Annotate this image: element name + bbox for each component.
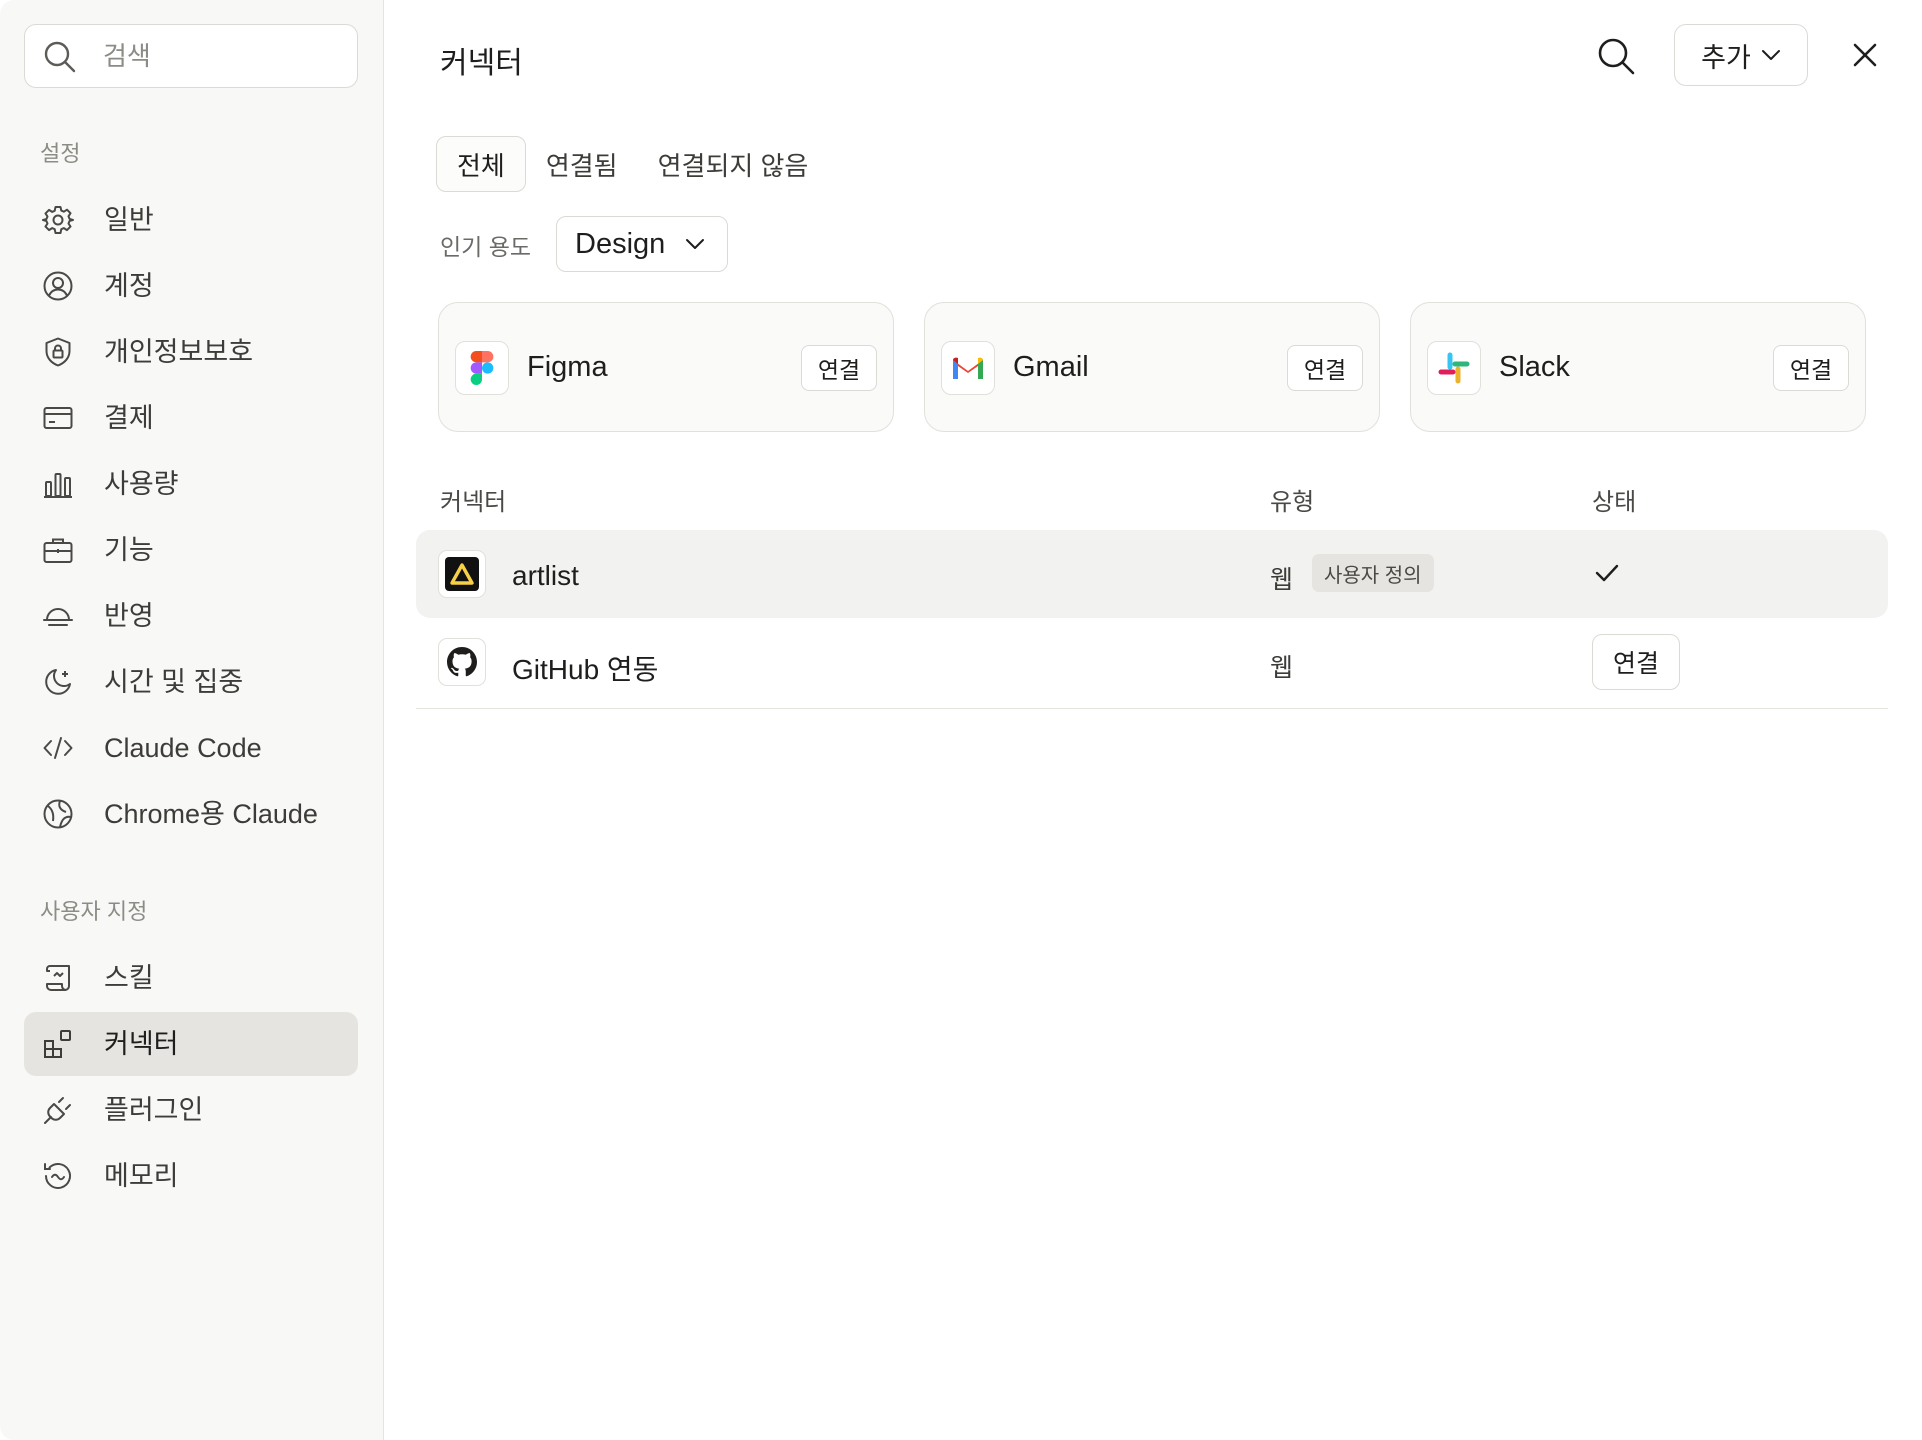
search-input[interactable] — [103, 35, 343, 77]
scroll-icon — [42, 962, 74, 994]
connector-name: artlist — [512, 560, 579, 591]
column-header-status: 상태 — [1592, 489, 1637, 516]
sidebar-item-account[interactable]: 계정 — [24, 254, 358, 318]
sidebar-item-connectors[interactable]: 커넥터 — [24, 1012, 358, 1076]
sidebar-item-label: 커넥터 — [104, 1029, 179, 1059]
sidebar-item-label: 기능 — [104, 535, 154, 565]
filter-tabs: 전체 연결됨 연결되지 않음 — [436, 136, 828, 192]
check-icon — [1594, 562, 1620, 584]
settings-window: 설정 일반 계정 — [0, 0, 1922, 1440]
memory-history-icon — [42, 1160, 74, 1192]
plug-icon — [42, 1094, 74, 1126]
card-name: Gmail — [1013, 351, 1089, 383]
sidebar-item-time-focus[interactable]: 시간 및 집중 — [24, 650, 358, 714]
sidebar-item-usage[interactable]: 사용량 — [24, 452, 358, 516]
column-header-type: 유형 — [1270, 489, 1315, 516]
briefcase-icon — [42, 534, 74, 566]
sidebar-item-label: 메모리 — [104, 1161, 179, 1191]
tab-not-connected[interactable]: 연결되지 않음 — [638, 136, 829, 192]
sidebar-item-label: 일반 — [104, 205, 154, 235]
gear-icon — [42, 204, 74, 236]
featured-card-slack[interactable]: Slack 연결 — [1410, 302, 1866, 432]
sidebar-item-features[interactable]: 기능 — [24, 518, 358, 582]
sidebar-item-label: 반영 — [104, 601, 154, 631]
sidebar-item-privacy[interactable]: 개인정보보호 — [24, 320, 358, 384]
custom-badge: 사용자 정의 — [1312, 554, 1434, 592]
credit-card-icon — [42, 402, 74, 434]
sidebar-item-claude-code[interactable]: Claude Code — [24, 716, 358, 780]
page-title: 커넥터 — [440, 47, 523, 80]
chevron-down-icon — [1761, 48, 1781, 62]
featured-card-gmail[interactable]: Gmail 연결 — [924, 302, 1380, 432]
connect-button[interactable]: 연결 — [801, 345, 877, 391]
section-label-custom: 사용자 지정 — [40, 899, 148, 924]
user-circle-icon — [42, 270, 74, 302]
moon-star-icon — [42, 666, 74, 698]
section-label-settings: 설정 — [40, 141, 81, 166]
sidebar-item-label: 플러그인 — [104, 1095, 204, 1125]
code-icon — [42, 732, 74, 764]
close-icon[interactable] — [1848, 38, 1882, 72]
table-row[interactable]: GitHub 연동 웹 연결 — [416, 618, 1888, 706]
sidebar-item-label: Chrome용 Claude — [104, 799, 318, 829]
tab-all[interactable]: 전체 — [436, 136, 526, 192]
artlist-logo-icon — [438, 550, 486, 598]
search-icon[interactable] — [1594, 34, 1638, 78]
sidebar-item-claude-chrome[interactable]: Chrome용 Claude — [24, 782, 358, 846]
popular-uses-value: Design — [575, 227, 666, 260]
sidebar-item-label: 결제 — [104, 403, 154, 433]
connector-blocks-icon — [42, 1028, 74, 1060]
card-name: Figma — [527, 351, 608, 383]
sidebar-search[interactable] — [24, 24, 358, 88]
card-name: Slack — [1499, 351, 1570, 383]
add-button[interactable]: 추가 — [1674, 24, 1808, 86]
sidebar-item-plugins[interactable]: 플러그인 — [24, 1078, 358, 1142]
connector-type: 웹 — [1270, 654, 1294, 682]
add-button-label: 추가 — [1701, 42, 1751, 73]
bar-chart-icon — [42, 468, 74, 500]
search-icon — [43, 40, 77, 74]
chevron-down-icon — [685, 237, 705, 251]
sidebar-item-billing[interactable]: 결제 — [24, 386, 358, 450]
figma-logo-icon — [455, 341, 509, 395]
sidebar-item-general[interactable]: 일반 — [24, 188, 358, 252]
shield-lock-icon — [42, 336, 74, 368]
featured-card-figma[interactable]: Figma 연결 — [438, 302, 894, 432]
column-header-connector: 커넥터 — [440, 489, 507, 516]
popular-uses-select[interactable]: Design — [556, 216, 728, 272]
sidebar-item-skills[interactable]: 스킬 — [24, 946, 358, 1010]
gmail-logo-icon — [941, 341, 995, 395]
sidebar-item-label: 스킬 — [104, 963, 154, 993]
globe-icon — [42, 798, 74, 830]
sidebar-item-label: Claude Code — [104, 733, 262, 763]
sidebar: 설정 일반 계정 — [0, 0, 384, 1440]
sidebar-item-label: 계정 — [104, 271, 154, 301]
main-panel: 커넥터 추가 전체 연결됨 연결되지 않음 인기 용도 Design Figma… — [384, 0, 1922, 1440]
sidebar-item-reflection[interactable]: 반영 — [24, 584, 358, 648]
table-row[interactable]: artlist 웹 사용자 정의 — [416, 530, 1888, 618]
slack-logo-icon — [1427, 341, 1481, 395]
table-divider — [416, 708, 1888, 709]
connector-name: GitHub 연동 — [512, 654, 659, 685]
sunset-icon — [42, 600, 74, 632]
sidebar-item-memory[interactable]: 메모리 — [24, 1144, 358, 1208]
sidebar-item-label: 사용량 — [104, 469, 179, 499]
github-logo-icon — [438, 638, 486, 686]
connect-button[interactable]: 연결 — [1773, 345, 1849, 391]
connector-type: 웹 — [1270, 566, 1294, 594]
popular-uses-label: 인기 용도 — [440, 234, 532, 260]
sidebar-item-label: 시간 및 집중 — [104, 667, 244, 697]
tab-connected[interactable]: 연결됨 — [526, 136, 638, 192]
sidebar-item-label: 개인정보보호 — [104, 337, 254, 367]
connect-button[interactable]: 연결 — [1592, 634, 1680, 690]
connect-button[interactable]: 연결 — [1287, 345, 1363, 391]
